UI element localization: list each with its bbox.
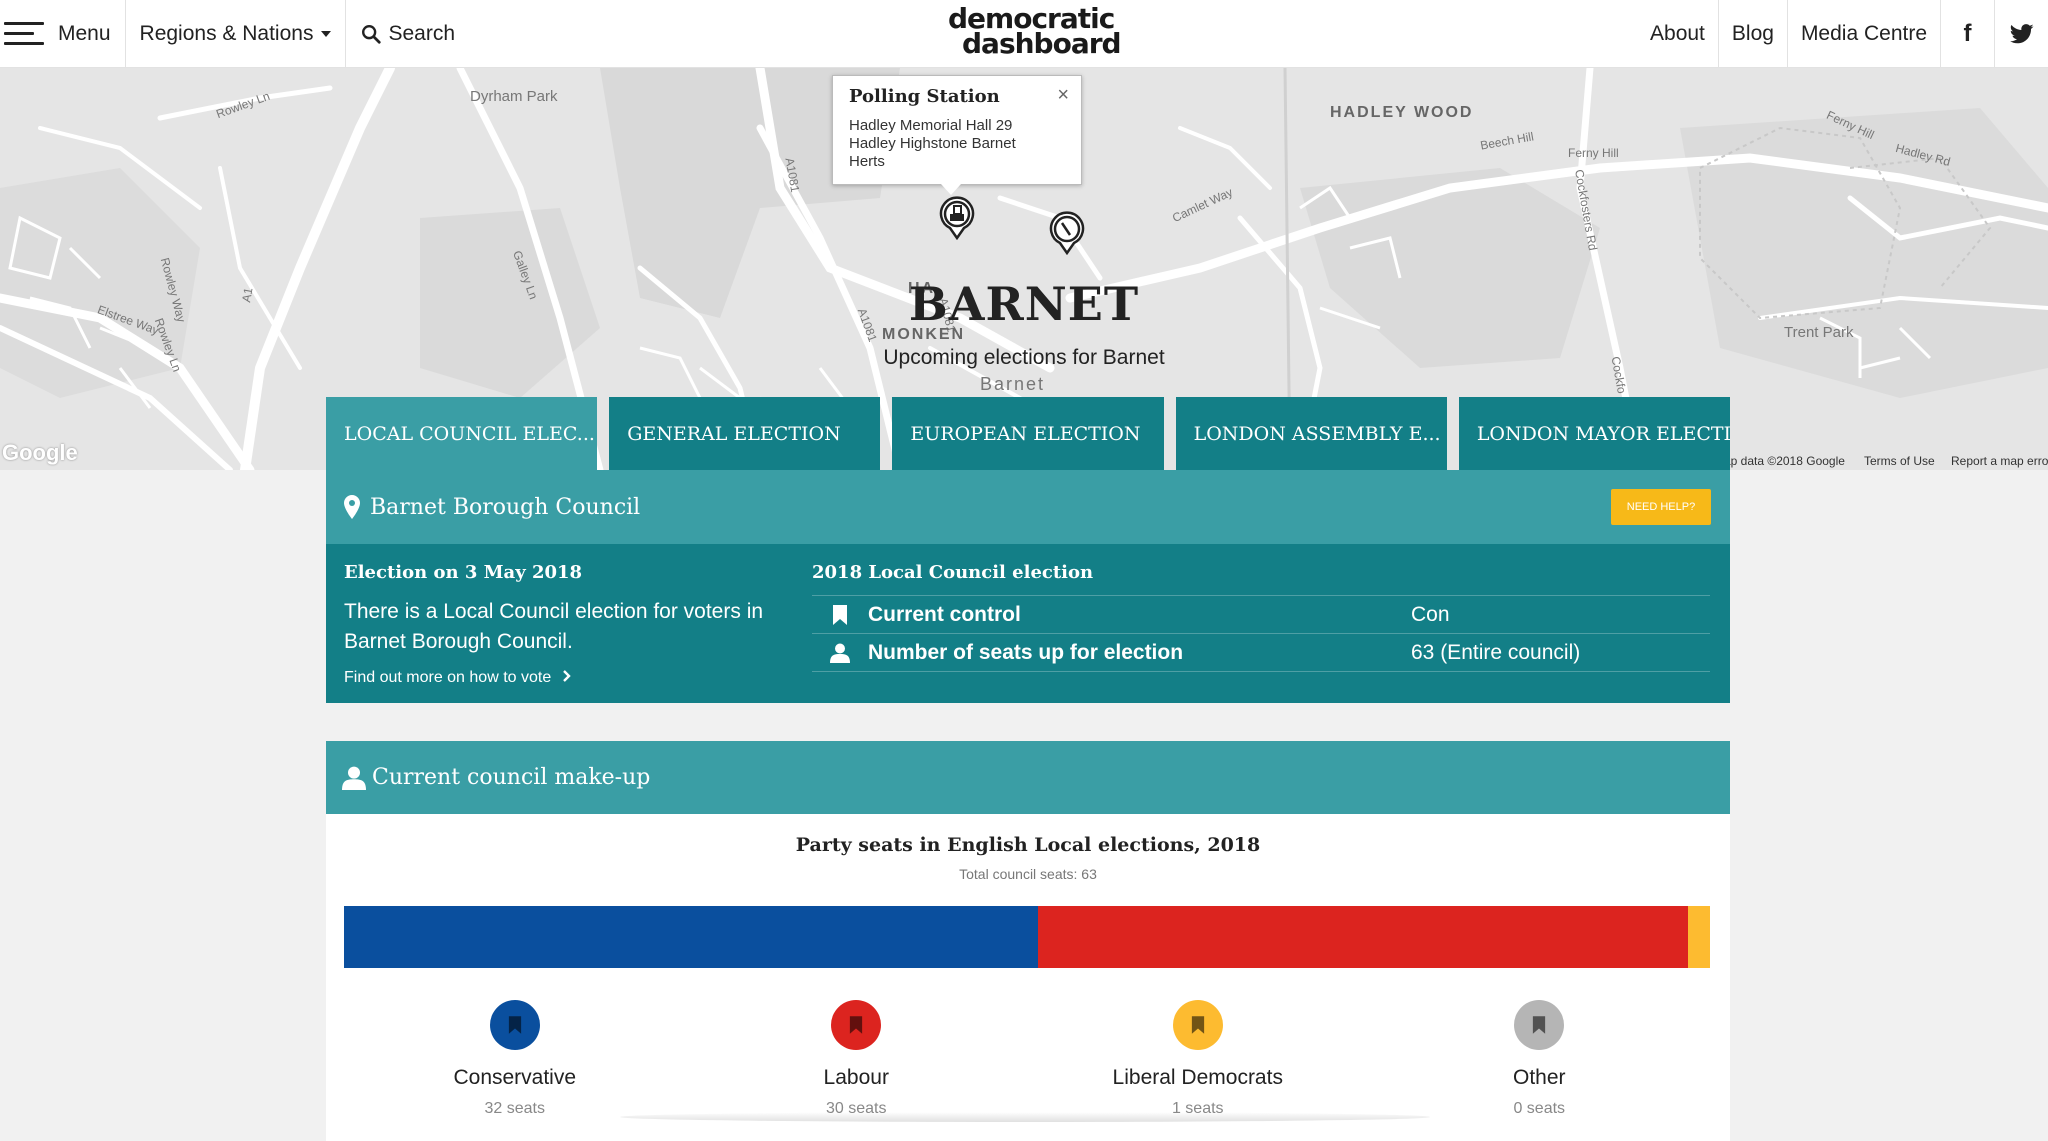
chart-subtitle: Total council seats: 63 [959, 866, 1097, 882]
detail-row-seats-up: Number of seats up for election 63 (Enti… [812, 634, 1710, 672]
regions-label: Regions & Nations [139, 22, 314, 45]
party-bookmark-icon [831, 1000, 882, 1050]
party-item: Other 0 seats [1369, 1000, 1711, 1118]
election-details: 2018 Local Council election Current cont… [812, 562, 1710, 672]
map-label-hadley-wood: HADLEY WOOD [1330, 104, 1474, 121]
detail-row-current-control: Current control Con [812, 596, 1710, 634]
party-name: Conservative [453, 1066, 577, 1089]
site-logo[interactable]: democratic dashboard [948, 5, 1122, 60]
media-centre-link[interactable]: Media Centre [1786, 0, 1940, 68]
map-label-dyrham-park: Dyrham Park [470, 88, 558, 105]
map-data-attribution: ap data ©2018 Google [1724, 454, 1845, 468]
seat-bar-segment-liberal-democrats [1688, 906, 1710, 968]
map-label-ferny-hill: Ferny Hill [1568, 146, 1619, 160]
twitter-link[interactable] [1994, 0, 2048, 68]
party-item: Liberal Democrats 1 seats [1027, 1000, 1369, 1118]
nav-right-group: About Blog Media Centre f [1637, 0, 2048, 68]
party-name: Liberal Democrats [1112, 1066, 1283, 1089]
tab-general-election[interactable]: GENERAL ELECTION [609, 397, 881, 470]
report-map-error-link[interactable]: Report a map erro [1951, 454, 2048, 468]
seat-bar-segment-conservative [344, 906, 1038, 968]
person-icon [342, 766, 366, 790]
logo-line2: dashboard [962, 27, 1122, 60]
caret-down-icon [321, 31, 332, 37]
party-item: Labour 30 seats [686, 1000, 1028, 1118]
election-summary: Election on 3 May 2018 There is a Local … [344, 562, 774, 687]
council-panel: Barnet Borough Council NEED HELP? Electi… [326, 470, 1730, 703]
need-help-button[interactable]: NEED HELP? [1611, 489, 1711, 525]
page-subtitle: Upcoming elections for Barnet [883, 346, 1165, 369]
seat-share-bar [344, 906, 1710, 968]
party-name: Other [1512, 1066, 1566, 1089]
popup-address: Hadley Memorial Hall 29 Hadley Highstone… [849, 117, 1016, 170]
blog-link[interactable]: Blog [1717, 0, 1787, 68]
party-bookmark-icon [1514, 1000, 1565, 1050]
popup-close-icon[interactable]: × [1057, 84, 1069, 107]
search-icon [362, 25, 382, 44]
google-logo: Google [2, 440, 78, 465]
location-pin-icon [344, 495, 360, 519]
bottom-shadow [620, 1112, 1430, 1122]
ballot-box-pin-icon[interactable] [938, 194, 976, 240]
council-makeup-section: Current council make-up Party seats in E… [326, 741, 1730, 1141]
makeup-heading: Current council make-up [372, 765, 651, 790]
menu-label: Menu [58, 22, 111, 45]
facebook-icon: f [1963, 20, 1972, 47]
hamburger-icon [4, 20, 44, 48]
map-label-barnet: Barnet [980, 374, 1046, 394]
election-tabs: LOCAL COUNCIL ELEC... GENERAL ELECTION E… [326, 397, 1731, 470]
terms-of-use-link[interactable]: Terms of Use [1864, 454, 1935, 468]
chart-title: Party seats in English Local elections, … [795, 834, 1261, 856]
party-bookmark-icon [1172, 1000, 1223, 1050]
tab-european-election[interactable]: EUROPEAN ELECTION [892, 397, 1164, 470]
tab-london-mayor-election[interactable]: LONDON MAYOR ELECTI... [1458, 397, 1731, 470]
page-title: BARNET [908, 277, 1140, 331]
makeup-header: Current council make-up [326, 741, 1730, 814]
how-to-vote-link[interactable]: Find out more on how to vote [344, 669, 774, 687]
chevron-right-icon [562, 670, 571, 682]
facebook-link[interactable]: f [1940, 0, 1994, 68]
how-to-vote-label: Find out more on how to vote [344, 669, 552, 686]
detail-label: Number of seats up for election [868, 640, 1184, 664]
polling-station-popup: Polling Station Hadley Memorial Hall 29 … [832, 75, 1082, 195]
election-description: There is a Local Council election for vo… [344, 600, 764, 653]
person-icon [830, 643, 850, 663]
election-details-title: 2018 Local Council election [812, 562, 1710, 596]
tab-london-assembly-election[interactable]: LONDON ASSEMBLY E... [1175, 397, 1447, 470]
bookmark-icon [833, 604, 847, 625]
detail-value: 63 (Entire council) [1411, 640, 1581, 664]
top-navigation: Menu Regions & Nations Search democratic… [0, 0, 2048, 68]
twitter-icon [2009, 24, 2033, 44]
election-date: Election on 3 May 2018 [344, 562, 583, 583]
detail-value: Con [1411, 602, 1450, 626]
about-link[interactable]: About [1637, 0, 1718, 68]
search-button[interactable]: Search [346, 0, 469, 68]
party-bookmark-icon [489, 1000, 540, 1050]
regions-dropdown[interactable]: Regions & Nations [126, 0, 347, 68]
nav-left-group: Menu Regions & Nations Search [0, 0, 469, 68]
detail-label: Current control [868, 602, 1021, 626]
party-item: Conservative 32 seats [344, 1000, 686, 1118]
party-name: Labour [823, 1066, 889, 1089]
council-header: Barnet Borough Council NEED HELP? [326, 470, 1730, 544]
polling-station-pin-icon[interactable] [1048, 209, 1086, 255]
council-name: Barnet Borough Council [370, 494, 641, 520]
party-legend: Conservative 32 seats Labour 30 seats Libera… [344, 1000, 1710, 1118]
search-label: Search [388, 22, 456, 45]
seat-bar-segment-labour [1037, 906, 1689, 968]
menu-button[interactable]: Menu [0, 0, 126, 68]
tab-local-council-election[interactable]: LOCAL COUNCIL ELEC... [326, 397, 598, 470]
popup-title: Polling Station [849, 86, 1000, 107]
